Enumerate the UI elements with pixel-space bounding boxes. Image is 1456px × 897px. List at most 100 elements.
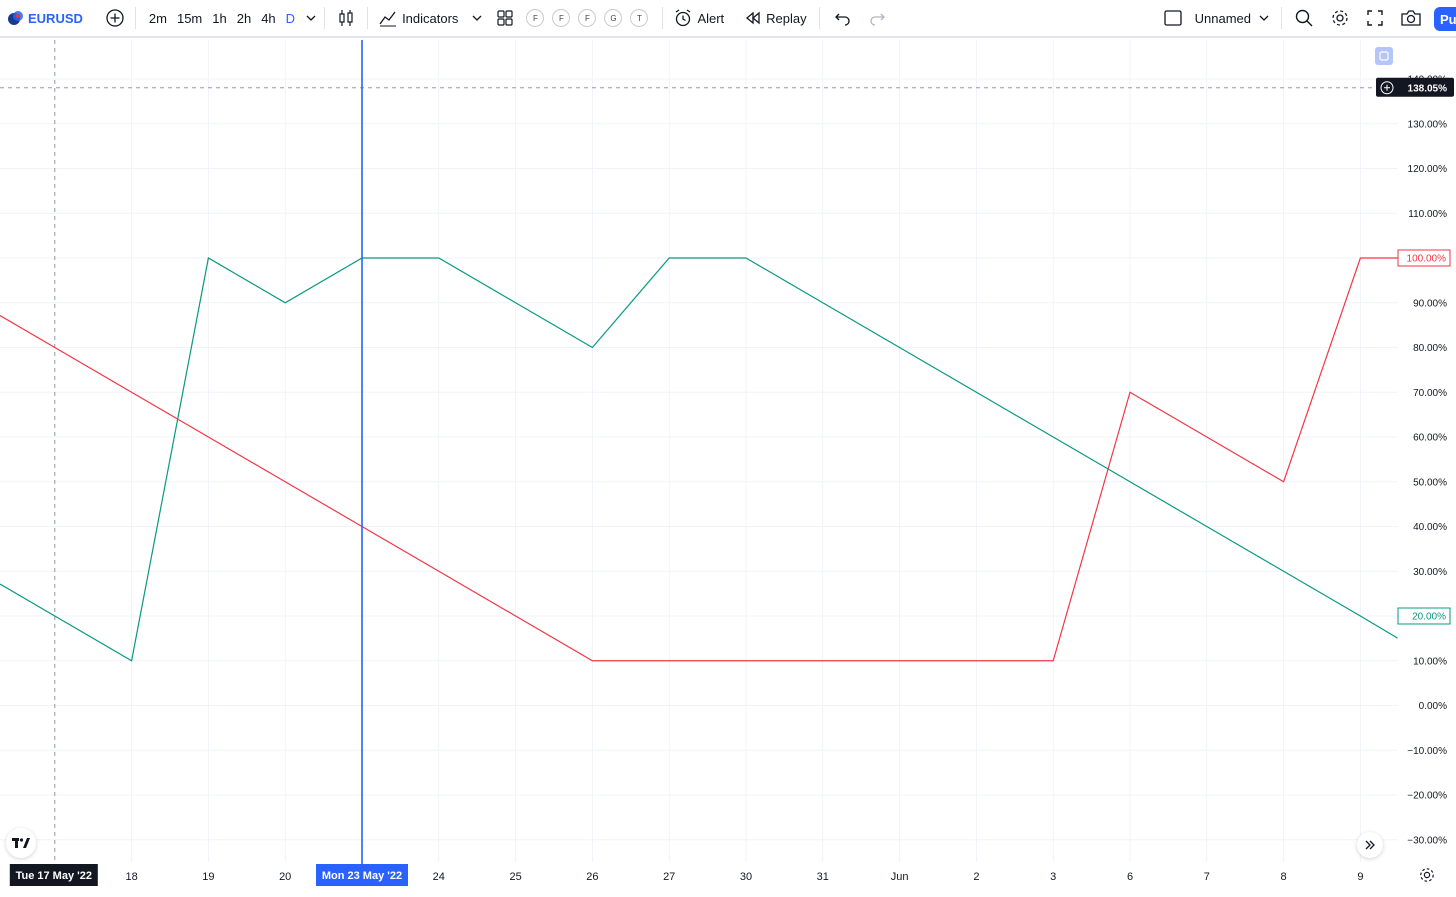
green-last-value-label: 20.00%: [1412, 612, 1446, 623]
template-button-t[interactable]: T: [630, 9, 649, 27]
price-tick-label: 120.00%: [1408, 164, 1448, 175]
layouts-button[interactable]: [496, 0, 514, 37]
redo-button[interactable]: [868, 0, 886, 37]
template-button-g[interactable]: G: [604, 9, 623, 27]
fullscreen-button[interactable]: [1366, 0, 1384, 37]
scroll-to-realtime-button[interactable]: [1357, 832, 1383, 858]
template-button-f3[interactable]: F: [578, 9, 597, 27]
chevron-down-icon[interactable]: [304, 11, 318, 25]
price-tick-label: 110.00%: [1408, 209, 1447, 220]
time-tick-label: 2: [973, 871, 979, 883]
divider: [1281, 7, 1282, 29]
time-tick-label: 30: [740, 871, 752, 883]
top-toolbar: EURUSD 2m 15m 1h 2h 4h D Indicators F F …: [0, 0, 1456, 38]
candles-icon: [339, 10, 353, 26]
price-tick-label: 10.00%: [1413, 656, 1447, 667]
timeframe-15m[interactable]: 15m: [177, 11, 202, 26]
undo-button[interactable]: [834, 0, 852, 37]
layout-name: Unnamed: [1194, 10, 1251, 26]
timeframe-4h[interactable]: 4h: [261, 11, 275, 26]
time-tick-label: 20: [279, 871, 291, 883]
time-tick-label: 6: [1127, 871, 1133, 883]
time-tick-label: 19: [202, 871, 214, 883]
price-tick-label: 50.00%: [1413, 477, 1447, 488]
fullscreen-icon: [1367, 10, 1383, 26]
price-tick-label: −20.00%: [1407, 791, 1447, 802]
camera-icon: [1401, 10, 1421, 26]
time-tick-label: 26: [586, 871, 598, 883]
time-tick-label: 8: [1281, 871, 1287, 883]
grid-icon: [497, 10, 514, 26]
chevron-down-icon: [1259, 15, 1269, 21]
indicators-icon: [379, 11, 397, 27]
template-buttons: F F F G T: [522, 0, 652, 37]
replay-button[interactable]: Replay: [744, 0, 807, 37]
compare-symbol-button[interactable]: [105, 0, 125, 37]
indicators-button[interactable]: Indicators: [378, 0, 484, 37]
snapshot-button[interactable]: [1400, 0, 1422, 37]
rewind-icon: [746, 11, 760, 25]
settings-button[interactable]: [1330, 0, 1350, 37]
alert-button[interactable]: Alert: [673, 0, 724, 37]
plot-background: [0, 40, 1398, 862]
replay-label: Replay: [766, 10, 807, 26]
time-tick-label: 24: [433, 871, 445, 883]
square-icon: [1163, 10, 1182, 26]
divider: [662, 7, 664, 29]
timeframe-1h[interactable]: 1h: [212, 11, 226, 26]
time-tick-label: 3: [1050, 871, 1056, 883]
chart-area[interactable]: 140.00%130.00%120.00%110.00%100.00%90.00…: [0, 40, 1456, 892]
template-button-f2[interactable]: F: [552, 9, 571, 27]
time-tick-label: 25: [509, 871, 521, 883]
alert-label: Alert: [697, 10, 725, 26]
eurusd-flag-icon: [8, 11, 23, 25]
price-tick-label: 30.00%: [1413, 567, 1447, 578]
double-chevron-right-icon: [1365, 840, 1375, 850]
time-tick-label: 31: [817, 871, 829, 883]
chart-canvas[interactable]: 140.00%130.00%120.00%110.00%100.00%90.00…: [0, 40, 1456, 892]
plus-circle-icon: [106, 9, 124, 27]
price-tick-label: 60.00%: [1413, 433, 1447, 444]
chevron-down-icon[interactable]: [470, 11, 484, 25]
chart-type-button[interactable]: [337, 0, 355, 37]
auto-scale-icon: [1379, 51, 1389, 61]
price-tick-label: 0.00%: [1419, 701, 1447, 712]
price-tick-label: 80.00%: [1413, 343, 1447, 354]
divider: [324, 7, 326, 29]
timeframe-list: 2m 15m 1h 2h 4h D: [144, 0, 318, 37]
indicators-label: Indicators: [402, 10, 459, 26]
timeframe-2h[interactable]: 2h: [237, 11, 251, 26]
selected-date-label: Mon 23 May '22: [322, 870, 402, 882]
publish-button[interactable]: Pu: [1434, 7, 1456, 31]
template-button-f1[interactable]: F: [526, 9, 545, 27]
hover-date-label: Tue 17 May '22: [16, 870, 92, 882]
time-tick-label: Jun: [891, 871, 909, 883]
tradingview-logo[interactable]: [6, 828, 36, 858]
price-tick-label: 70.00%: [1413, 388, 1447, 399]
redo-icon: [870, 13, 885, 26]
price-tick-label: 90.00%: [1413, 298, 1447, 309]
price-tick-label: 130.00%: [1408, 119, 1448, 130]
undo-icon: [834, 13, 850, 26]
price-tick-label: −30.00%: [1407, 835, 1447, 846]
chart-settings-button[interactable]: [1418, 866, 1436, 884]
gear-icon: [1420, 868, 1434, 882]
gear-icon: [1332, 10, 1348, 26]
divider: [367, 7, 369, 29]
auto-scale-button[interactable]: [1375, 47, 1393, 65]
symbol-name: EURUSD: [28, 10, 83, 26]
price-tick-label: −10.00%: [1407, 746, 1447, 757]
divider: [818, 7, 820, 29]
timeframe-d[interactable]: D: [286, 11, 295, 26]
time-tick-label: 27: [663, 871, 675, 883]
timeframe-2m[interactable]: 2m: [149, 11, 167, 26]
alarm-clock-icon: [676, 9, 691, 27]
symbol-search[interactable]: EURUSD: [6, 0, 83, 37]
time-tick-label: 7: [1204, 871, 1210, 883]
search-icon: [1295, 9, 1313, 27]
crosshair-price-label: 138.05%: [1408, 84, 1448, 95]
search-button[interactable]: [1294, 0, 1314, 37]
layout-menu[interactable]: Unnamed: [1163, 0, 1271, 37]
price-tick-label: 40.00%: [1413, 522, 1447, 533]
divider: [134, 7, 136, 29]
